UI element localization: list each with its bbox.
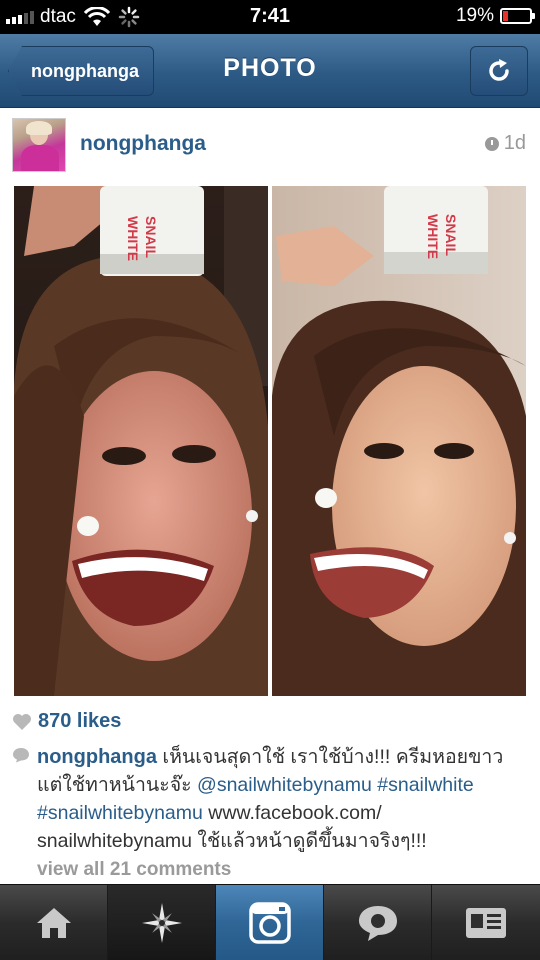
caption-username[interactable]: nongphanga [37,746,157,768]
view-comments-link[interactable]: view all 21 comments [37,857,532,883]
caption-text: nongphanga เห็นเจนสุดาใช้ เราใช้บ้าง!!! … [37,743,532,855]
post-time: 1d [484,132,526,155]
caption-mention[interactable]: @snailwhitebynamu [197,774,372,796]
heart-icon [13,713,31,730]
likes-row[interactable]: 870 likes [12,710,121,733]
status-right: 19% [455,5,535,27]
caption-hashtag-1[interactable]: #snailwhite [377,774,473,796]
tab-camera[interactable] [216,885,324,960]
likes-count: 870 likes [38,710,122,732]
news-icon [358,906,397,941]
battery-icon [500,8,535,24]
caption-block: nongphanga เห็นเจนสุดาใช้ เราใช้บ้าง!!! … [12,743,532,883]
nav-bar: nongphanga PHOTO [0,34,540,108]
explore-icon [141,903,182,943]
tab-bar [0,884,540,960]
back-button[interactable]: nongphanga [8,46,154,96]
status-bar: dtac 7:41 19% [0,0,540,34]
jar-label-left-2: WHITE [125,216,141,261]
post-photo[interactable]: SNAIL WHITE SNAIL WHITE [14,186,526,696]
camera-icon [248,902,291,944]
profile-icon [466,908,506,938]
home-icon [36,908,71,938]
jar-label-left-1: SNAIL [143,216,159,258]
back-button-label: nongphanga [31,60,139,81]
refresh-icon [489,59,509,81]
jar-label-right-2: WHITE [425,214,441,259]
clock-icon [484,136,499,151]
tab-profile[interactable] [432,885,540,960]
caption-hashtag-2[interactable]: #snailwhitebynamu [37,802,203,824]
post-username[interactable]: nongphanga [80,132,206,156]
tab-home[interactable] [0,885,108,960]
comment-bubble-icon [13,748,29,763]
refresh-button[interactable] [470,46,528,96]
photo-right: SNAIL WHITE [272,186,526,696]
post-time-label: 1d [503,132,526,154]
post-header: nongphanga 1d [0,108,540,182]
battery-percent: 19% [455,5,494,26]
jar-label-right-1: SNAIL [443,214,459,256]
photo-left: SNAIL WHITE [14,186,268,696]
tab-news[interactable] [324,885,432,960]
tab-explore[interactable] [108,885,216,960]
avatar[interactable] [12,118,66,172]
photo-collage: SNAIL WHITE SNAIL WHITE [14,186,526,696]
